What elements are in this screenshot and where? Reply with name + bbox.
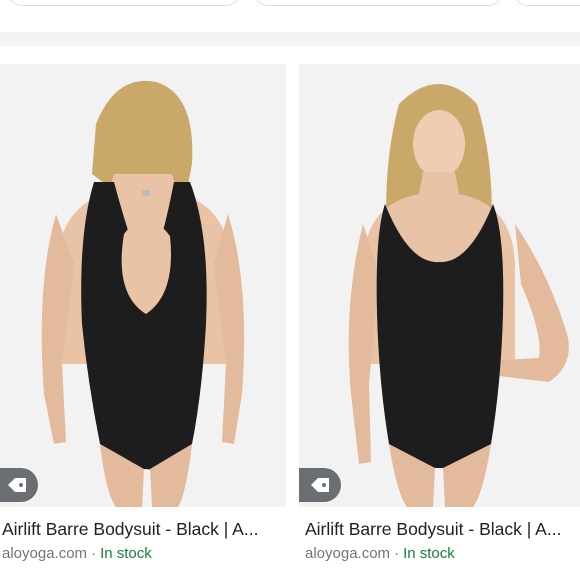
result-title[interactable]: Airlift Barre Bodysuit - Black | A... bbox=[305, 519, 575, 540]
filter-chips-row bbox=[0, 0, 580, 14]
separator-dot: · bbox=[91, 545, 97, 562]
filter-chip[interactable] bbox=[8, 0, 240, 6]
tag-button[interactable] bbox=[0, 468, 38, 502]
result-source[interactable]: aloyoga.com bbox=[2, 545, 87, 562]
product-image-front-view[interactable] bbox=[299, 64, 580, 507]
availability-status: In stock bbox=[403, 545, 455, 562]
result-source[interactable]: aloyoga.com bbox=[305, 545, 390, 562]
filter-chip[interactable] bbox=[254, 0, 502, 6]
product-result-card[interactable]: Airlift Barre Bodysuit - Black | A... al… bbox=[0, 64, 286, 580]
result-title[interactable]: Airlift Barre Bodysuit - Black | A... bbox=[2, 519, 272, 540]
section-divider bbox=[0, 32, 580, 46]
result-meta: aloyoga.com · In stock bbox=[2, 545, 152, 562]
availability-status: In stock bbox=[100, 545, 152, 562]
product-result-card[interactable]: Airlift Barre Bodysuit - Black | A... al… bbox=[299, 64, 580, 580]
tag-button[interactable] bbox=[299, 468, 341, 502]
bodysuit-front-illustration bbox=[299, 64, 580, 507]
bodysuit-back-illustration bbox=[0, 64, 286, 507]
product-image-back-view[interactable] bbox=[0, 64, 286, 507]
filter-chip[interactable] bbox=[514, 0, 580, 6]
result-meta: aloyoga.com · In stock bbox=[305, 545, 455, 562]
separator-dot: · bbox=[394, 545, 400, 562]
